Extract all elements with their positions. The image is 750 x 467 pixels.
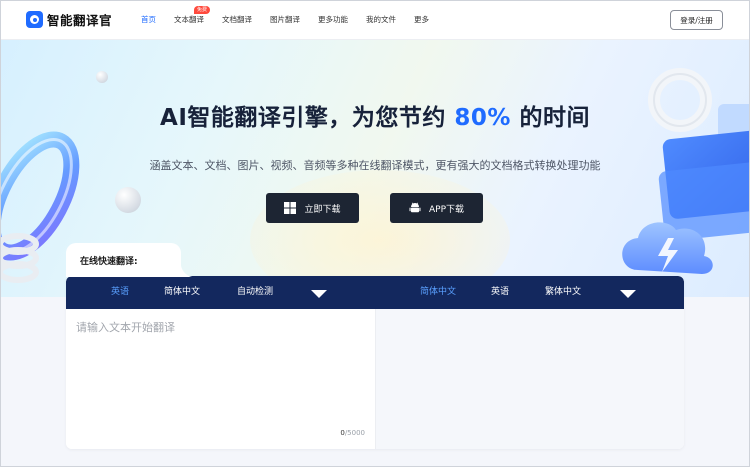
app-download-label: APP下载	[428, 204, 464, 215]
free-badge: 免费	[194, 5, 211, 14]
hero-title-highlight: 80%	[454, 105, 511, 131]
spring-decoration	[0, 233, 39, 283]
source-lang-english[interactable]: 英语	[111, 276, 129, 309]
nav-item-my-files[interactable]: 我的文件	[366, 0, 396, 40]
app-download-button[interactable]: APP下载	[390, 193, 483, 223]
language-bar: 英语 简体中文 自动检测 简体中文 英语 繁体中文	[66, 276, 684, 309]
hero-subtitle: 涵盖文本、文档、图片、视频、音频等多种在线翻译模式，更有强大的文档格式转换处理功…	[149, 159, 601, 172]
nav-item-more-features[interactable]: 更多功能	[318, 0, 348, 40]
hero-title-prefix: AI智能翻译引擎，为您节约	[160, 105, 446, 131]
char-count-max: /5000	[344, 429, 365, 437]
nav-item-text-translate[interactable]: 文本翻译 免费	[174, 0, 211, 40]
target-lang-simplified-chinese[interactable]: 简体中文	[420, 276, 456, 309]
source-lang-dropdown-icon[interactable]	[311, 290, 327, 298]
nav-item-more[interactable]: 更多	[414, 0, 429, 40]
char-counter: 0/5000	[340, 429, 365, 437]
translation-cards-decoration	[622, 68, 750, 274]
nav-item-label: 文本翻译	[174, 14, 205, 24]
sphere-decoration	[115, 187, 141, 213]
nav-item-image-translate[interactable]: 图片翻译	[270, 0, 300, 40]
windows-download-label: 立即下载	[304, 204, 341, 215]
target-lang-english[interactable]: 英语	[491, 276, 509, 309]
top-navbar: 智能翻译官 首页 文本翻译 免费 文档翻译 图片翻译 更多功能 我的文件 更多 …	[0, 0, 750, 40]
logo-icon	[26, 11, 43, 28]
quick-translate-tab: 在线快速翻译:	[66, 243, 195, 277]
brand-name: 智能翻译官	[47, 13, 113, 28]
windows-download-button[interactable]: 立即下载	[266, 193, 359, 223]
brand-logo[interactable]: 智能翻译官	[26, 10, 112, 29]
quick-translate-label: 在线快速翻译:	[80, 257, 138, 267]
target-lang-dropdown-icon[interactable]	[620, 290, 636, 298]
source-text-input[interactable]	[76, 319, 366, 419]
nav-item-doc-translate[interactable]: 文档翻译	[222, 0, 252, 40]
hero-title-suffix: 的时间	[519, 105, 590, 131]
android-icon	[409, 202, 421, 213]
translation-output-area	[375, 309, 684, 449]
windows-icon	[284, 202, 297, 214]
nav-item-home[interactable]: 首页	[141, 0, 156, 40]
hero-title: AI智能翻译引擎，为您节约 80% 的时间	[0, 98, 750, 132]
target-lang-traditional-chinese[interactable]: 繁体中文	[545, 276, 581, 309]
small-sphere-decoration	[96, 71, 108, 83]
source-lang-simplified-chinese[interactable]: 简体中文	[164, 276, 200, 309]
translator-panel: 英语 简体中文 自动检测 简体中文 英语 繁体中文 0/5000	[66, 276, 684, 449]
source-lang-auto-detect[interactable]: 自动检测	[237, 276, 273, 309]
main-nav: 首页 文本翻译 免费 文档翻译 图片翻译 更多功能 我的文件 更多	[141, 0, 447, 40]
login-register-button[interactable]: 登录/注册	[670, 10, 723, 30]
source-text-area: 0/5000	[66, 309, 375, 449]
